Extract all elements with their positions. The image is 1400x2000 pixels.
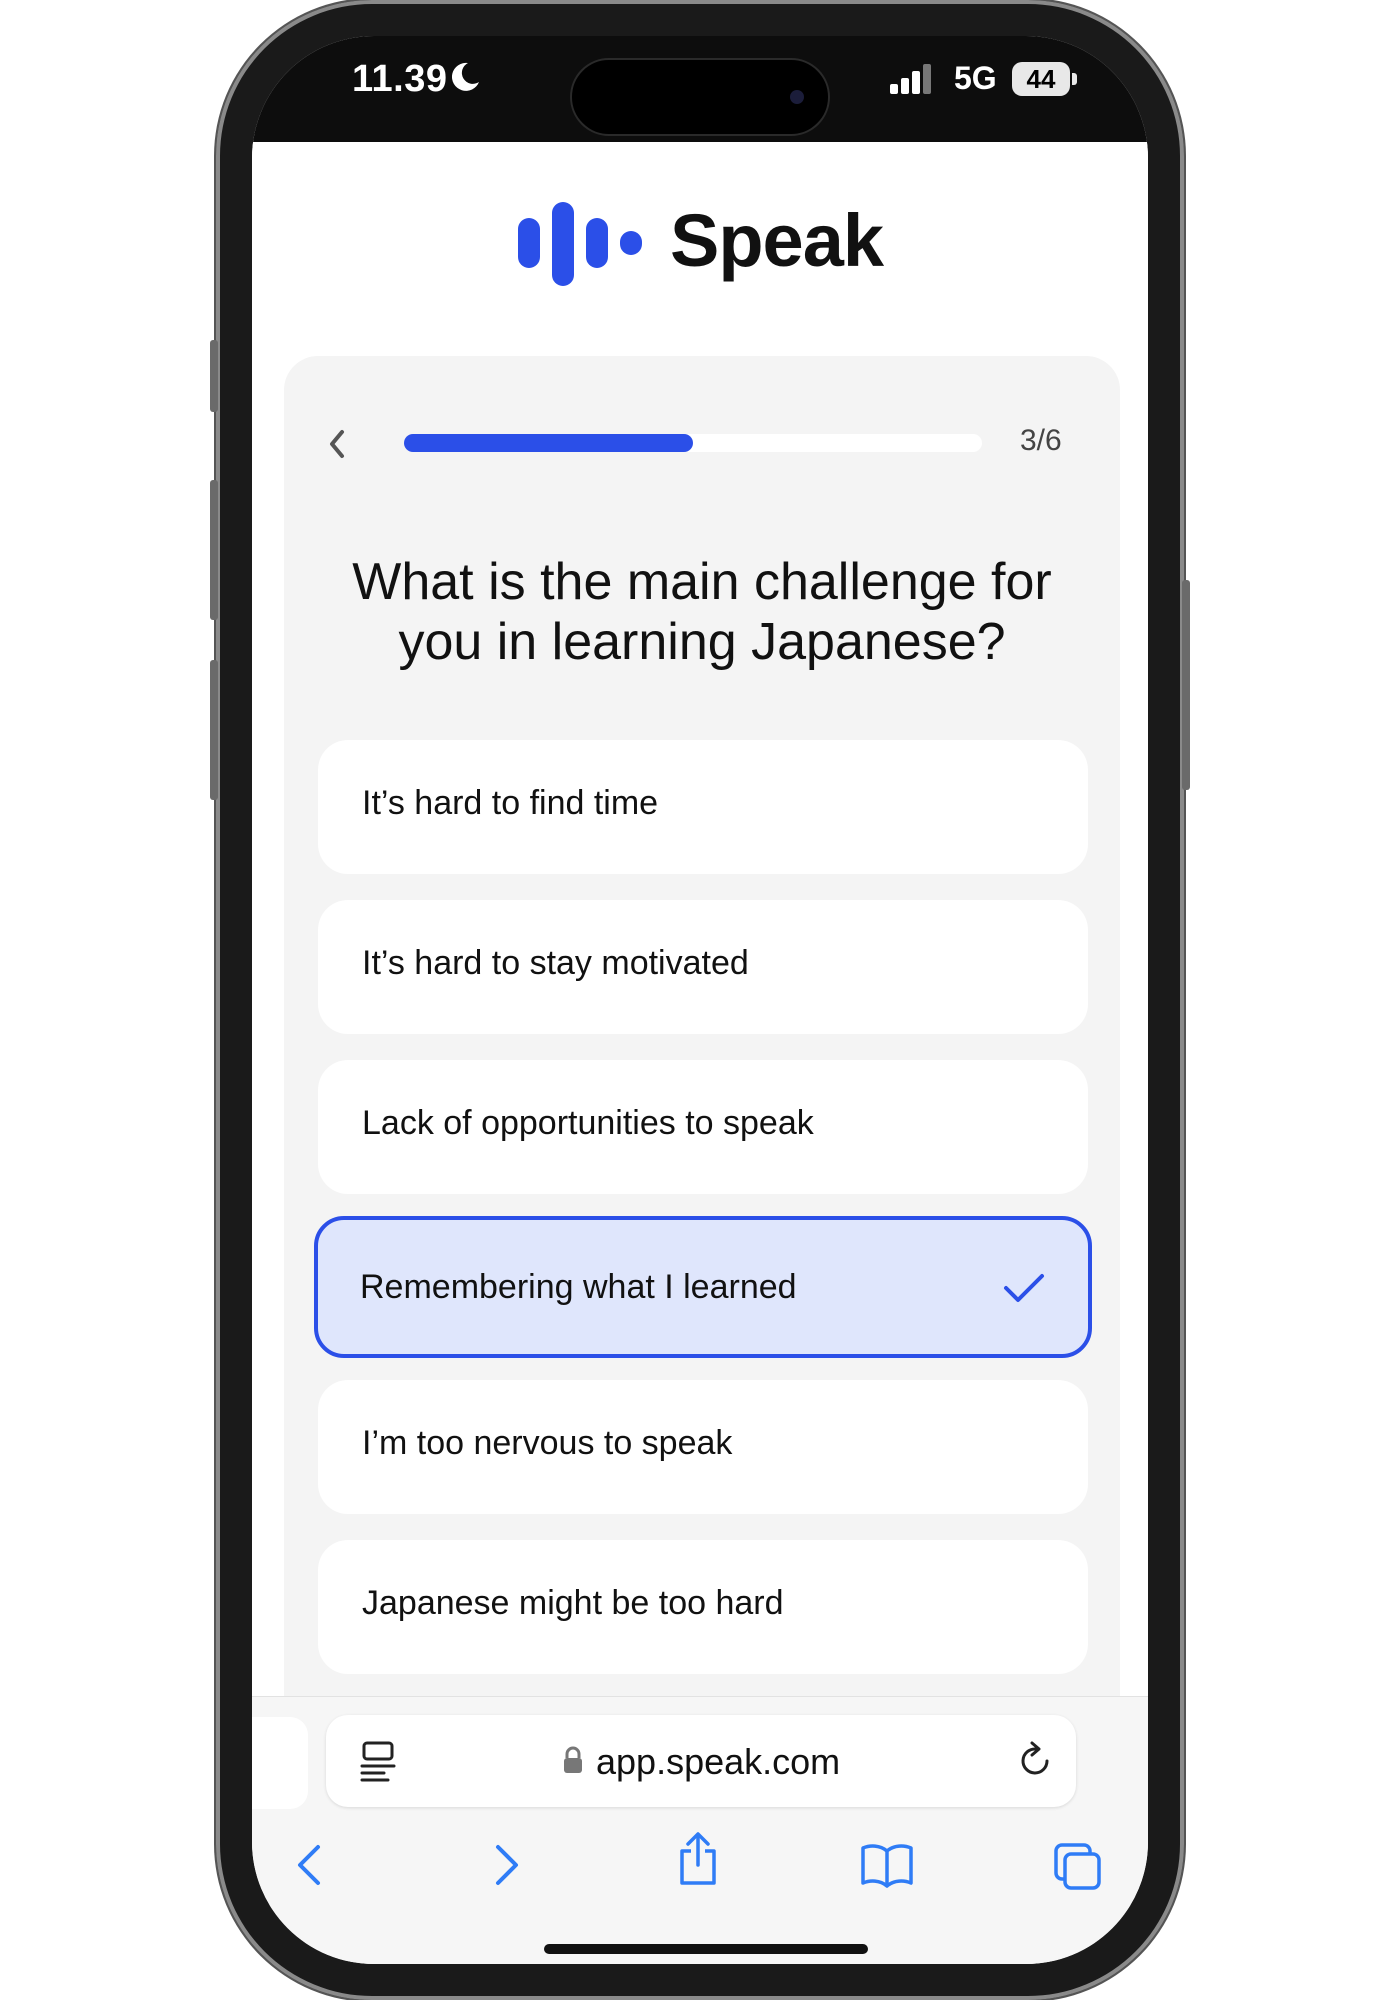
safari-toolbar: app.speak.com [252,1696,1148,1964]
previous-tab-peek[interactable] [252,1717,308,1809]
option-too-hard[interactable]: Japanese might be too hard [318,1540,1088,1674]
network-type: 5G [954,60,997,96]
speak-logo-icon [518,202,658,297]
tabs-icon[interactable] [1052,1841,1104,1896]
option-find-time[interactable]: It’s hard to find time [318,740,1088,874]
option-label: Japanese might be too hard [362,1584,784,1622]
camera-dot [790,90,804,104]
address-bar[interactable]: app.speak.com [326,1715,1076,1807]
lock-icon [562,1745,584,1780]
page-menu-icon[interactable] [360,1741,396,1788]
option-too-nervous[interactable]: I’m too nervous to speak [318,1380,1088,1514]
status-time: 11.39 [352,58,448,100]
volume-up-button [210,480,218,620]
battery-tip [1072,73,1077,85]
checkmark-icon [1002,1270,1046,1311]
web-content: Speak 3/6 What is the main challenge for… [252,142,1148,1756]
option-label: Remembering what I learned [360,1268,797,1306]
home-indicator[interactable] [544,1944,868,1954]
question-title: What is the main challenge for you in le… [352,553,1052,671]
option-opportunities-to-speak[interactable]: Lack of opportunities to speak [318,1060,1088,1194]
bookmarks-icon[interactable] [860,1841,914,1894]
url-text: app.speak.com [596,1741,841,1782]
dynamic-island [570,58,830,136]
power-button [1182,580,1190,790]
action-button [210,340,218,412]
back-chevron-icon[interactable] [322,424,352,469]
share-icon[interactable] [674,1831,722,1892]
option-remembering[interactable]: Remembering what I learned [314,1216,1092,1358]
progress-fill [404,434,693,452]
progress-bar [404,434,982,452]
phone-screen: 11.39 5G 44 Speak 3/6 What is the main c… [252,36,1148,1964]
moon-icon [448,60,482,99]
volume-down-button [210,660,218,800]
forward-icon[interactable] [488,1841,524,1894]
option-label: Lack of opportunities to speak [362,1104,814,1142]
option-label: It’s hard to find time [362,784,659,822]
step-counter: 3/6 [1020,424,1062,457]
quiz-card: 3/6 What is the main challenge for you i… [284,356,1120,1756]
signal-icon [890,62,936,101]
reload-icon[interactable] [1016,1739,1056,1786]
option-label: It’s hard to stay motivated [362,944,749,982]
status-bar: 11.39 5G 44 [252,36,1148,142]
back-icon[interactable] [292,1841,328,1894]
option-label: I’m too nervous to speak [362,1424,733,1462]
option-stay-motivated[interactable]: It’s hard to stay motivated [318,900,1088,1034]
brand-name: Speak [670,199,884,282]
battery-icon: 44 [1012,62,1070,96]
